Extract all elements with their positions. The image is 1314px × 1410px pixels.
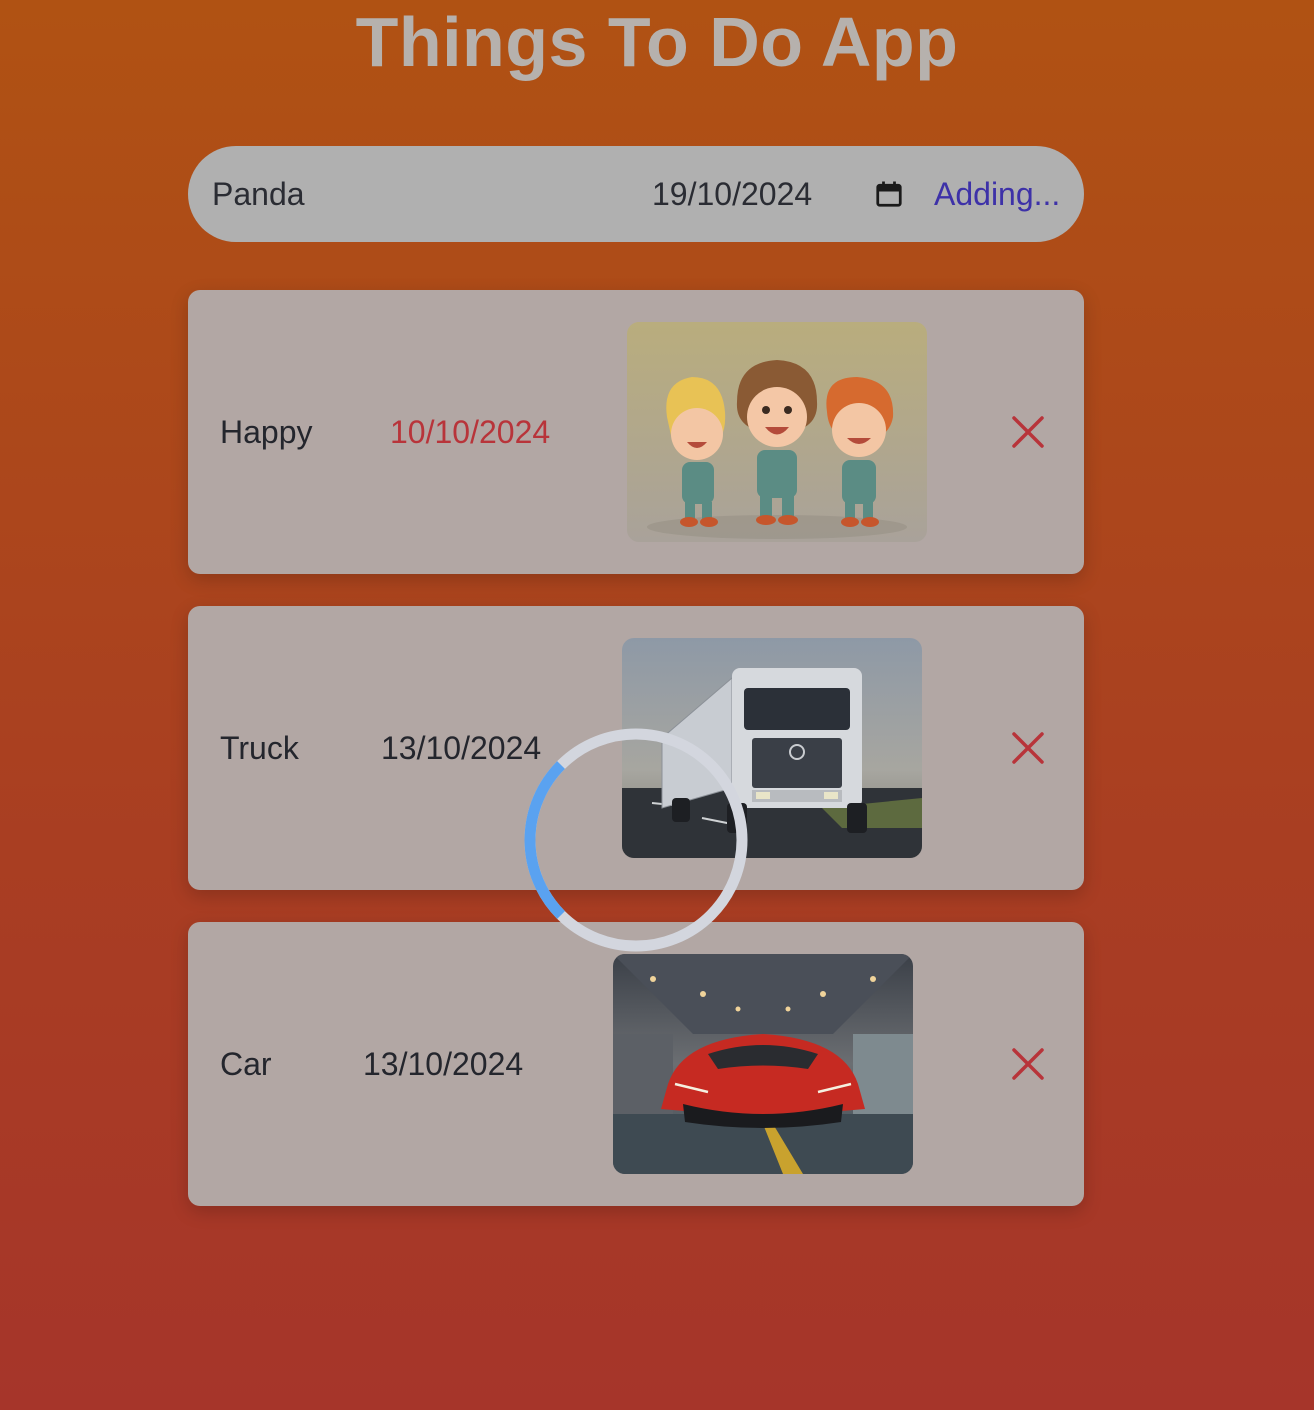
page-title: Things To Do App [355,3,959,81]
todo-date: 13/10/2024 [381,730,542,766]
calendar-icon[interactable] [874,179,904,209]
todo-name-input[interactable] [212,146,592,242]
todo-image [613,954,913,1174]
todo-card: Happy 10/10/2024 [188,290,1084,574]
todo-name: Happy [220,414,313,450]
todo-date-input[interactable]: 19/10/2024 [652,146,812,242]
add-button[interactable]: Adding... [934,146,1060,242]
todo-date: 10/10/2024 [390,414,551,450]
close-icon[interactable] [1010,414,1046,450]
close-icon[interactable] [1010,1046,1046,1082]
add-todo-form: 19/10/2024 Adding... [188,146,1084,242]
spinner-progress-arc [524,761,565,919]
todo-name: Truck [220,730,299,766]
todo-name: Car [220,1046,272,1082]
todo-date: 13/10/2024 [363,1046,524,1082]
todo-image [627,322,927,542]
todo-card: Car 13/10/2024 [188,922,1084,1206]
close-icon[interactable] [1010,730,1046,766]
loading-spinner [524,728,748,952]
